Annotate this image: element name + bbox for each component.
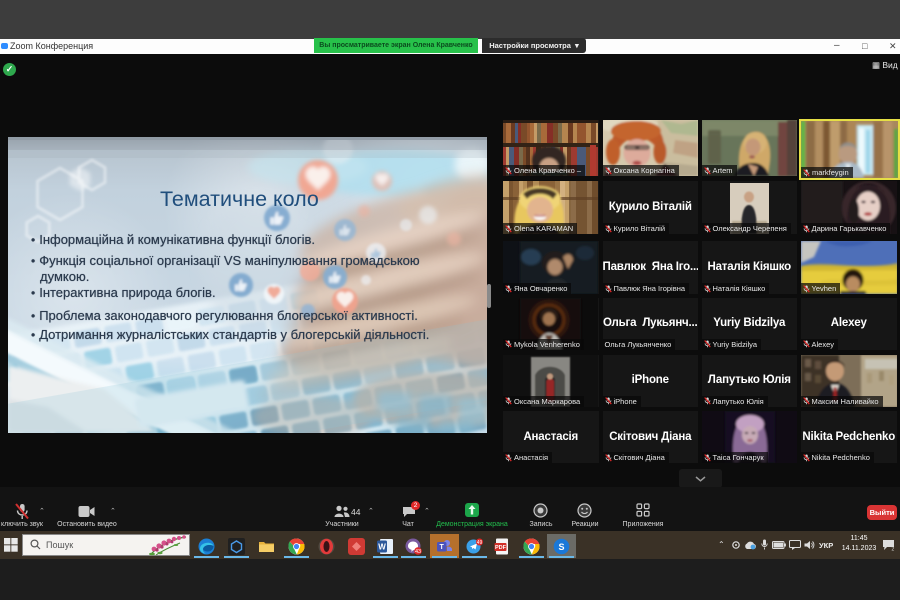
svg-text:T: T <box>440 544 445 551</box>
svg-text:W: W <box>378 543 386 552</box>
svg-text:49: 49 <box>477 540 483 546</box>
svg-text:S: S <box>558 542 564 552</box>
svg-text:43: 43 <box>415 549 421 555</box>
svg-text:PDF: PDF <box>495 545 507 551</box>
svg-text:2: 2 <box>892 547 895 552</box>
